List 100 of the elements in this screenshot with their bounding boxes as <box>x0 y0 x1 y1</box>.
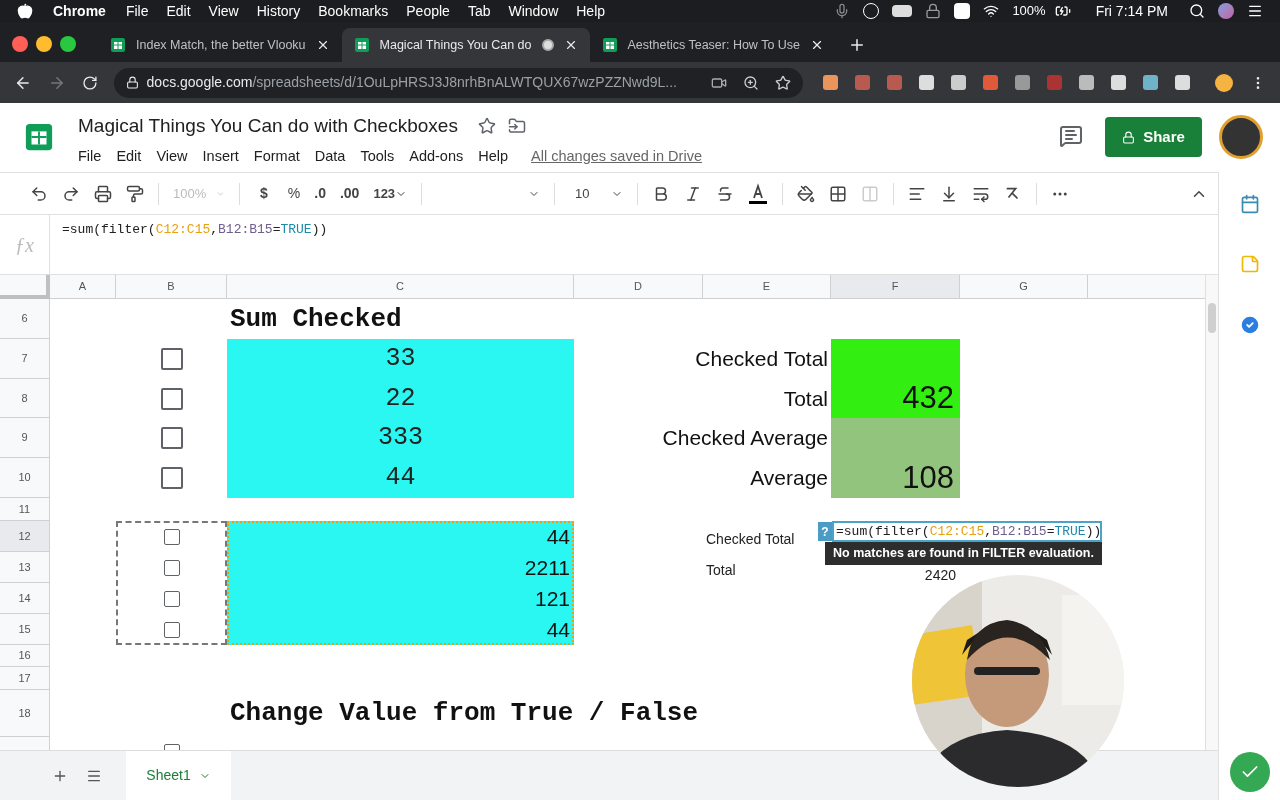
text-color-icon[interactable] <box>748 182 769 205</box>
font-size-dropdown[interactable]: 10 <box>575 183 624 204</box>
strikethrough-icon[interactable] <box>716 184 735 203</box>
percent-button[interactable]: % <box>287 183 301 204</box>
lock-icon[interactable] <box>925 3 942 19</box>
move-folder-icon[interactable] <box>507 117 526 136</box>
checkbox[interactable] <box>160 467 183 489</box>
menu-item[interactable]: People <box>406 0 450 22</box>
row-header[interactable]: 6 <box>0 299 50 339</box>
menu-item[interactable]: View <box>156 145 188 168</box>
star-icon[interactable] <box>477 117 496 136</box>
row-header[interactable]: 8 <box>0 379 50 418</box>
formula-token: , <box>210 222 219 237</box>
decrease-decimals-button[interactable]: .0 <box>314 183 326 204</box>
row-header[interactable]: 18 <box>0 690 50 737</box>
row-header[interactable]: 11 <box>0 498 50 521</box>
app-menu[interactable]: Chrome <box>53 0 106 22</box>
close-window-button[interactable] <box>12 36 28 52</box>
formula-input[interactable]: =sum(filter(C12:C15,B12:B15=TRUE)) <box>50 215 1218 274</box>
checkbox[interactable] <box>163 590 180 607</box>
calendar-icon[interactable] <box>1239 194 1260 214</box>
menu-item[interactable]: File <box>125 0 149 22</box>
menu-item[interactable]: Insert <box>202 145 239 168</box>
menu-item[interactable]: Tab <box>467 0 491 22</box>
menu-item[interactable]: Add-ons <box>409 145 464 168</box>
menu-icon[interactable] <box>1247 3 1263 19</box>
browser-tab[interactable]: Magical Things You Can do <box>341 28 590 62</box>
menu-item[interactable]: Bookmarks <box>318 0 389 22</box>
menu-item[interactable]: Tools <box>360 145 395 168</box>
menu-item[interactable]: Format <box>253 145 300 168</box>
fill-color-icon[interactable] <box>797 184 816 203</box>
checkbox[interactable] <box>163 528 180 545</box>
share-button[interactable]: Share <box>1105 117 1202 157</box>
menu-item[interactable]: Edit <box>116 145 142 168</box>
paint-format-icon[interactable] <box>126 184 144 203</box>
menu-item[interactable]: Data <box>314 145 346 168</box>
menu-item[interactable]: Help <box>576 0 606 22</box>
search-icon[interactable] <box>1189 3 1205 19</box>
cell-value: 2420 <box>924 568 956 582</box>
currency-button[interactable]: $ <box>260 183 268 204</box>
print-icon[interactable] <box>94 184 112 203</box>
maximize-window-button[interactable] <box>60 36 76 52</box>
bookmark-star-icon[interactable] <box>775 74 791 91</box>
redo-icon[interactable] <box>62 184 80 203</box>
menu-item[interactable]: View <box>208 0 239 22</box>
zoom-icon[interactable] <box>743 74 759 91</box>
minimize-window-button[interactable] <box>36 36 52 52</box>
tasks-icon[interactable] <box>1238 314 1261 336</box>
reload-icon[interactable] <box>81 74 98 91</box>
browser-tab[interactable]: Aesthetics Teaser: How To Use <box>589 28 837 62</box>
menu-item[interactable]: History <box>256 0 301 22</box>
document-title[interactable]: Magical Things You Can do with Checkboxes <box>78 112 458 141</box>
column-header[interactable]: E <box>703 275 831 299</box>
label-text: Checked Average <box>662 425 828 452</box>
extension-icon[interactable] <box>1215 73 1233 92</box>
merge-cells-icon[interactable] <box>861 184 880 203</box>
row-header[interactable]: 10 <box>0 458 50 498</box>
formula-token: =sum(filter( <box>836 522 930 541</box>
row-header[interactable]: 9 <box>0 418 50 458</box>
checkbox[interactable] <box>163 621 180 638</box>
row-header[interactable]: 7 <box>0 339 50 379</box>
column-header[interactable]: C <box>227 275 574 299</box>
tab-title: Index Match, the better Vlooku <box>136 36 306 54</box>
cell-value: 44 <box>546 523 570 550</box>
menu-item[interactable]: File <box>78 145 102 168</box>
checkbox[interactable] <box>163 559 180 576</box>
vertical-scrollbar[interactable] <box>1205 275 1218 750</box>
save-status-link[interactable]: All changes saved in Drive <box>531 145 702 168</box>
wifi-icon[interactable] <box>983 3 1000 19</box>
number-format-dropdown[interactable]: 123 <box>373 183 408 204</box>
avatar[interactable] <box>1219 115 1263 159</box>
comments-icon[interactable] <box>1059 124 1083 148</box>
checkbox[interactable] <box>160 427 183 449</box>
menu-item[interactable]: Window <box>508 0 559 22</box>
menu-item[interactable]: Edit <box>166 0 191 22</box>
row-header[interactable]: 17 <box>0 667 50 690</box>
row-header[interactable]: 12 <box>0 521 50 552</box>
sheet-tab[interactable]: Sheet1 <box>126 750 231 800</box>
column-header[interactable]: F <box>831 275 960 299</box>
clock[interactable]: Fri 7:14 PM <box>1095 0 1168 22</box>
checkbox[interactable] <box>160 387 183 410</box>
address-field[interactable]: docs.google.com/spreadsheets/d/1OuLpHRSJ3J8nrhBnALWTQUX67wzPZZNwd9L... <box>113 67 803 98</box>
siri-icon[interactable] <box>1218 3 1234 19</box>
browser-tab[interactable]: Index Match, the better Vlooku <box>98 28 342 62</box>
corner-cell[interactable] <box>0 275 50 299</box>
row-header[interactable]: 15 <box>0 614 50 645</box>
borders-icon[interactable] <box>829 184 848 203</box>
row-header[interactable]: 13 <box>0 552 50 583</box>
cell-editor[interactable]: =sum(filter(C12:C15,B12:B15=TRUE)) <box>832 521 1102 542</box>
row-header[interactable]: 16 <box>0 645 50 667</box>
column-header[interactable]: A <box>50 275 116 299</box>
column-header[interactable]: B <box>116 275 227 299</box>
column-header[interactable]: D <box>574 275 703 299</box>
checkbox[interactable] <box>160 348 183 370</box>
row-header[interactable]: 14 <box>0 583 50 614</box>
apple-icon[interactable] <box>17 3 33 19</box>
column-header[interactable]: G <box>960 275 1088 299</box>
undo-icon[interactable] <box>30 184 48 203</box>
menu-item[interactable]: Help <box>478 145 509 168</box>
increase-decimals-button[interactable]: .00 <box>339 183 360 204</box>
